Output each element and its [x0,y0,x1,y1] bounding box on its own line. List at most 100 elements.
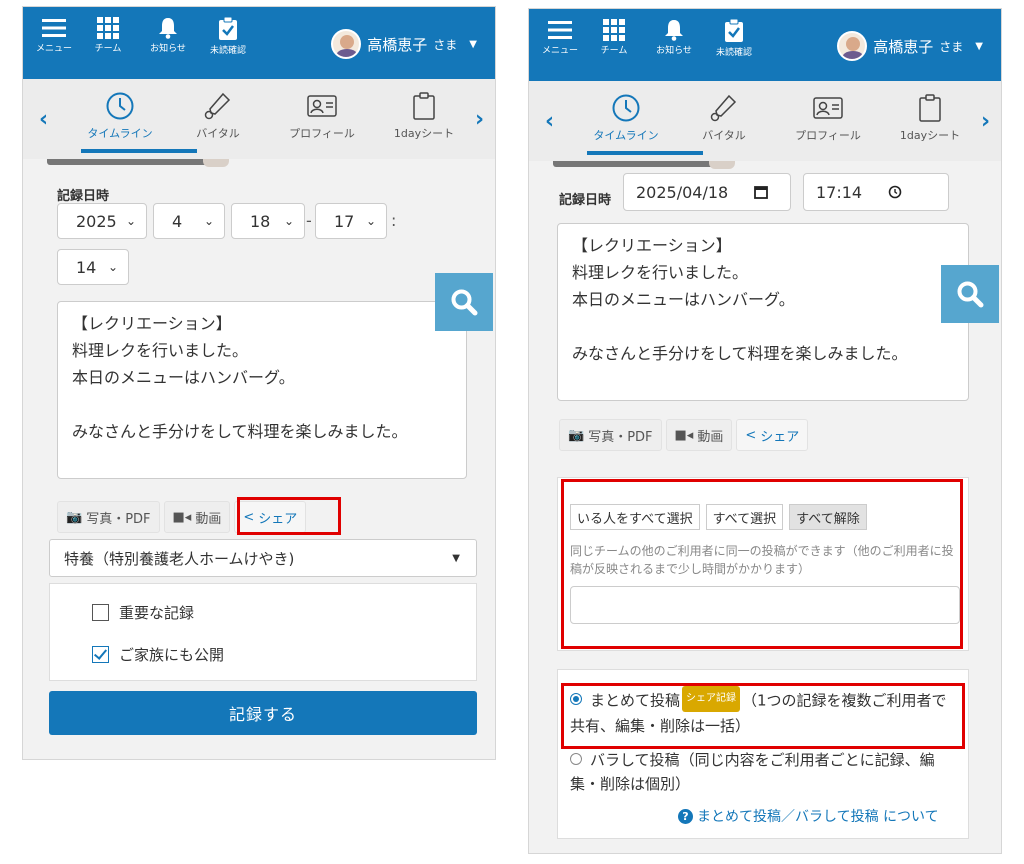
share-button[interactable]: < シェア [736,419,809,451]
profile-card-icon [307,95,337,117]
tab-label: バイタル [702,129,746,142]
tab-label: プロフィール [795,129,861,142]
menu-label: メニュー [541,46,578,56]
date-time-separator: - [306,211,312,230]
post-mode-help-link[interactable]: ? まとめて投稿／バラして投稿 について [678,806,939,826]
time-value: 17:14 [816,182,863,202]
highlight-box-share [237,497,341,535]
minute-select[interactable]: 14 ⌄ [57,249,129,285]
profile-card-icon [813,97,843,119]
user-suffix: さま [939,39,964,54]
avatar [837,31,868,61]
decorative-badge [203,159,229,167]
tab-label: 1dayシート [393,127,455,140]
unread-button[interactable]: 未読確認 [203,17,253,56]
tab-vital[interactable]: バイタル [679,93,769,143]
team-button[interactable]: チーム [83,17,133,54]
photo-pdf-label: 写真・PDF [86,511,151,527]
chevron-right-icon[interactable]: › [981,109,990,134]
active-tab-indicator [81,149,197,153]
team-button[interactable]: チーム [589,19,639,56]
day-select[interactable]: 18 ⌄ [231,203,305,239]
facility-value: 特養（特別養護老人ホームけやき) [64,549,295,568]
chevron-left-icon[interactable]: ‹ [39,107,48,132]
search-button[interactable] [941,265,999,323]
calendar-icon [754,186,769,199]
hour-select[interactable]: 17 ⌄ [315,203,387,239]
tab-bar: ‹ タイムライン バイタル プロフィール 1dayシート › [23,79,495,159]
tab-vital[interactable]: バイタル [173,91,263,141]
notice-button[interactable]: お知らせ [143,17,193,54]
tab-timeline[interactable]: タイムライン [75,91,165,141]
avatar [331,29,362,59]
separate-post-label: バラして投稿 [590,751,680,769]
separate-post-radio[interactable]: バラして投稿（同じ内容をご利用者ごとに記録、編集・削除は個別） [570,748,960,796]
tab-label: 1dayシート [899,129,961,142]
chevron-down-icon: ⌄ [107,260,118,274]
user-menu[interactable]: 高橋恵子 さま ▼ [837,31,983,61]
thermometer-icon [710,94,737,122]
chevron-left-icon[interactable]: ‹ [545,109,554,134]
video-label: 動画 [195,511,222,527]
important-record-checkbox[interactable]: 重要な記録 [92,602,194,623]
checkbox-icon [92,604,109,621]
team-label: チーム [94,44,122,54]
unread-label: 未読確認 [715,48,752,58]
time-input[interactable]: 17:14 [803,173,949,211]
tab-1day-sheet[interactable]: 1dayシート [885,93,975,143]
tab-1day-sheet[interactable]: 1dayシート [379,91,469,141]
search-button[interactable] [435,273,493,331]
notice-button[interactable]: お知らせ [649,19,699,56]
record-textarea[interactable]: 【レクリエーション】 料理レクを行いました。 本日のメニューはハンバーグ。 みな… [557,223,969,401]
hamburger-icon [42,19,66,37]
chevron-down-icon: ⌄ [203,214,214,228]
facility-select[interactable]: 特養（特別養護老人ホームけやき) ▼ [49,539,477,577]
options-card: 重要な記録 ご家族にも公開 [49,583,477,681]
chevron-right-icon[interactable]: › [475,107,484,132]
bell-icon [665,20,683,41]
notice-label: お知らせ [656,46,692,56]
photo-pdf-button[interactable]: 📷 写真・PDF [57,501,160,533]
divider [47,159,217,165]
user-suffix: さま [433,37,458,52]
user-name: 高橋恵子 [873,37,934,56]
clipboard-check-icon [725,19,743,42]
date-input[interactable]: 2025/04/18 [623,173,791,211]
caret-down-icon: ▼ [452,552,460,564]
important-record-label: 重要な記録 [119,604,195,622]
year-select[interactable]: 2025 ⌄ [57,203,147,239]
tab-timeline[interactable]: タイムライン [581,93,671,143]
tab-profile[interactable]: プロフィール [783,93,873,143]
time-separator: : [391,211,397,230]
record-textarea[interactable]: 【レクリエーション】 料理レクを行いました。 本日のメニューはハンバーグ。 みな… [57,301,467,479]
tab-profile[interactable]: プロフィール [277,91,367,141]
submit-record-button[interactable]: 記録する [49,691,477,735]
team-label: チーム [600,46,628,56]
date-value: 2025/04/18 [636,182,729,202]
video-button[interactable]: ■◂ 動画 [163,501,231,533]
caret-down-icon: ▼ [469,38,477,50]
highlight-box-share-target [561,479,963,649]
menu-label: メニュー [35,44,72,54]
thermometer-icon [204,92,231,120]
record-datetime-label: 記録日時 [57,189,110,204]
menu-button[interactable]: メニュー [535,19,585,56]
highlight-box-bulk-post [561,683,965,749]
tab-bar: ‹ タイムライン バイタル プロフィール 1dayシート › [529,81,1001,161]
month-select[interactable]: 4 ⌄ [153,203,225,239]
checkbox-checked-icon [92,646,109,663]
unread-button[interactable]: 未読確認 [709,19,759,58]
photo-pdf-button[interactable]: 📷 写真・PDF [559,419,662,451]
share-icon: < [745,427,757,443]
clipboard-icon [413,92,435,120]
user-name: 高橋恵子 [367,35,428,54]
camera-icon: 📷 [66,509,83,525]
search-icon [451,289,478,316]
question-circle-icon: ? [678,808,693,824]
user-menu[interactable]: 高橋恵子 さま ▼ [331,29,477,59]
menu-button[interactable]: メニュー [29,17,79,54]
video-camera-icon: ■◂ [674,427,694,443]
family-public-label: ご家族にも公開 [119,646,225,664]
video-button[interactable]: ■◂ 動画 [665,419,733,451]
family-public-checkbox[interactable]: ご家族にも公開 [92,644,224,665]
